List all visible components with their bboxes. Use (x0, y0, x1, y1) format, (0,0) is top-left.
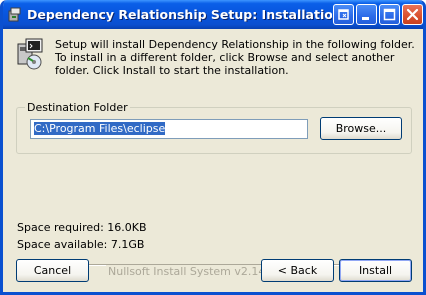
destination-path-text: C:\Program Files\eclipse (34, 122, 166, 135)
minimize-icon (362, 17, 369, 20)
installer-icon (8, 7, 21, 22)
close-icon (406, 8, 419, 21)
install-button[interactable]: Install (339, 259, 412, 282)
back-button-label: < Back (277, 264, 318, 277)
cancel-button[interactable]: Cancel (16, 259, 89, 282)
installer-window: Dependency Relationship Setup: Installat… (0, 0, 426, 295)
branding-text: Nullsoft Install System v2.14 (106, 265, 268, 278)
setup-disk-icon (17, 38, 43, 70)
close-button[interactable] (402, 4, 423, 25)
space-required: Space required: 16.0KB (17, 221, 147, 234)
intro-text: Setup will install Dependency Relationsh… (55, 38, 415, 77)
restore-button[interactable] (333, 4, 354, 25)
minimize-button[interactable] (356, 4, 377, 25)
title-bar[interactable]: Dependency Relationship Setup: Installat… (3, 0, 423, 29)
destination-path-input[interactable]: C:\Program Files\eclipse (30, 119, 308, 139)
install-button-label: Install (358, 264, 393, 277)
browse-button-label: Browse... (335, 122, 387, 135)
space-available: Space available: 7.1GB (17, 238, 145, 251)
back-button[interactable]: < Back (261, 259, 334, 282)
destination-folder-label: Destination Folder (25, 101, 130, 114)
browse-button[interactable]: Browse... (320, 117, 402, 140)
maximize-icon (383, 8, 396, 21)
window-title: Dependency Relationship Setup: Installat… (27, 7, 332, 22)
maximize-button[interactable] (379, 4, 400, 25)
cancel-button-label: Cancel (33, 264, 72, 277)
restore-icon (338, 9, 349, 20)
